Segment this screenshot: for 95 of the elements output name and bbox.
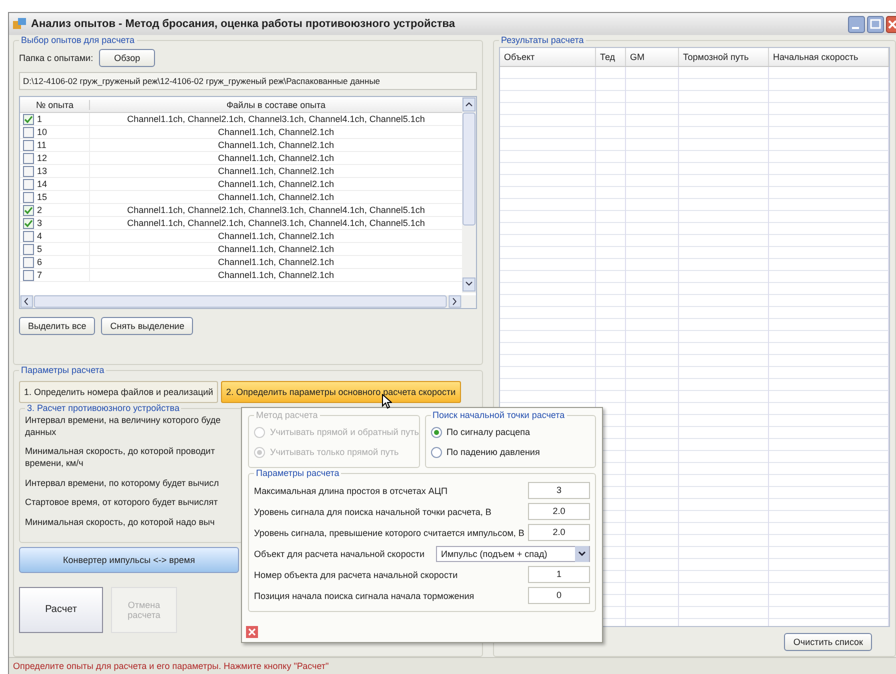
radio-button[interactable] <box>430 446 442 458</box>
row-checkbox[interactable] <box>23 218 34 228</box>
group-title: Поиск начальной точки расчета <box>432 410 566 420</box>
table-cell: Channel1.1ch, Channel2.1ch <box>218 231 334 241</box>
calculate-button[interactable]: Расчет <box>19 586 103 633</box>
column-header[interactable]: Тед <box>596 48 626 66</box>
minimize-button[interactable] <box>848 16 865 32</box>
input-field[interactable]: 0 <box>528 587 590 604</box>
parameter-label: Уровень сигнала, превышение которого считается импульсом, В <box>254 528 524 538</box>
row-checkbox[interactable] <box>23 114 34 124</box>
table-cell: 12 <box>37 153 48 163</box>
horizontal-scrollbar[interactable] <box>20 295 476 308</box>
parameter-label: Уровень сигнала для поиска начальной точки расчета, В <box>254 506 492 516</box>
clear-selection-button[interactable]: Снять выделение <box>101 317 194 335</box>
radio-button[interactable] <box>430 426 442 438</box>
column-header[interactable]: Файлы в составе опыта <box>90 100 462 110</box>
app-icon <box>13 18 27 30</box>
parameter-label: Интервал времени, на величину которого буде данных <box>25 415 222 438</box>
clear-list-button[interactable]: Очистить список <box>784 633 872 651</box>
status-text: Определите опыты для расчета и его параметры. Нажмите кнопку "Расчет" <box>9 657 896 674</box>
parameter-label: Позиция начала поиска сигнала начала торможения <box>254 590 474 600</box>
browse-button[interactable]: Обзор <box>99 49 156 67</box>
radio-label: По сигналу расцепа <box>446 427 530 437</box>
column-header[interactable]: № опыта <box>20 100 90 110</box>
parameter-label: Максимальная длина простоя в отсчетах АЦП <box>254 486 448 496</box>
select-all-button[interactable]: Выделить все <box>19 317 96 335</box>
parameter-label: Номер объекта для расчета начальной скорости <box>254 570 458 580</box>
input-field[interactable]: 1 <box>528 566 590 583</box>
table-cell: 7 <box>37 270 42 280</box>
path-field[interactable]: D:\12-4106-02 груж_груженый реж\12-4106-02 груж_груженый реж\Распакованные данные <box>19 72 477 90</box>
row-checkbox[interactable] <box>23 166 34 176</box>
table-cell: 5 <box>37 244 42 254</box>
table-cell: 13 <box>37 166 48 176</box>
radio-label: Учитывать прямой и обратный путь <box>270 427 419 437</box>
row-checkbox[interactable] <box>23 256 34 268</box>
vertical-scrollbar[interactable] <box>462 97 476 293</box>
row-checkbox[interactable] <box>23 126 34 138</box>
table-cell: Channel1.1ch, Channel2.1ch <box>218 127 334 137</box>
close-icon[interactable] <box>246 626 258 638</box>
table-cell: 4 <box>37 231 42 241</box>
table-cell: Channel1.1ch, Channel2.1ch <box>218 192 334 202</box>
dropdown[interactable]: Импульс (подъем + спад) <box>436 546 590 562</box>
row-checkbox[interactable] <box>23 270 34 280</box>
group-title: 3. Расчет противоюзного устройства <box>26 403 180 413</box>
row-checkbox[interactable] <box>23 192 34 202</box>
table-cell: 3 <box>37 218 42 228</box>
table-cell: Channel1.1ch, Channel2.1ch <box>218 244 334 254</box>
table-cell: Channel1.1ch, Channel2.1ch, Channel3.1ch, Channel4.1ch, Channel5.1ch <box>127 205 425 215</box>
table-cell: Channel1.1ch, Channel2.1ch <box>218 140 334 150</box>
window-title: Анализ опытов - Метод бросания, оценка работы противоюзного устройства <box>31 18 455 30</box>
table-cell: Channel1.1ch, Channel2.1ch <box>218 166 334 176</box>
table-cell: 6 <box>37 257 42 267</box>
column-header[interactable]: GM <box>626 48 679 66</box>
table-cell: 15 <box>37 192 48 202</box>
input-field[interactable]: 2.0 <box>528 524 590 541</box>
group-title: Параметры расчета <box>20 365 106 375</box>
parameter-label: Стартовое время, от которого будет вычислят <box>25 497 219 510</box>
row-checkbox[interactable] <box>23 152 34 164</box>
parameter-label: Объект для расчета начальной скорости <box>254 548 424 558</box>
column-header[interactable]: Объект <box>500 48 596 66</box>
group-title: Выбор опытов для расчета <box>20 35 136 45</box>
radio-label: Учитывать только прямой путь <box>270 447 399 457</box>
table-cell: 10 <box>37 127 48 137</box>
radio-label: По падению давления <box>446 447 540 457</box>
table-cell: Channel1.1ch, Channel2.1ch <box>218 153 334 163</box>
row-checkbox[interactable] <box>23 230 34 242</box>
group-title: Метод расчета <box>255 410 319 420</box>
table-cell: 14 <box>37 179 48 189</box>
table-cell: Channel1.1ch, Channel2.1ch <box>218 270 334 280</box>
row-checkbox[interactable] <box>23 178 34 190</box>
column-header[interactable]: Тормозной путь <box>679 48 769 66</box>
close-button[interactable] <box>886 16 896 32</box>
column-header[interactable]: Начальная скорость <box>769 48 889 66</box>
group-title: Параметры расчета <box>255 468 340 478</box>
row-checkbox[interactable] <box>23 140 34 150</box>
converter-button[interactable]: Конвертер импульсы <-> время <box>19 546 239 573</box>
tab[interactable]: 2. Определить параметры основного расчета скорости <box>221 381 461 403</box>
folder-label: Папка с опытами: <box>19 53 94 63</box>
table-cell: Channel1.1ch, Channel2.1ch, Channel3.1ch, Channel4.1ch, Channel5.1ch <box>127 114 425 124</box>
parameter-label: Интервал времени, по которому будет вычисл <box>25 478 220 490</box>
group-title: Результаты расчета <box>500 35 585 45</box>
maximize-button[interactable] <box>867 16 884 32</box>
table-cell: 11 <box>37 140 46 150</box>
parameter-label: Минимальная скорость, до которой надо выч <box>25 517 216 529</box>
row-checkbox[interactable] <box>23 244 34 254</box>
input-field[interactable]: 3 <box>528 482 590 499</box>
tab[interactable]: 1. Определить номера файлов и реализаций <box>19 381 218 403</box>
table-cell: Channel1.1ch, Channel2.1ch <box>218 179 334 189</box>
table-cell: Channel1.1ch, Channel2.1ch <box>218 257 334 267</box>
row-checkbox[interactable] <box>23 204 34 216</box>
parameter-label: Минимальная скорость, до которой проводит времени, км/ч <box>25 446 216 470</box>
table-cell: 2 <box>37 205 42 215</box>
input-field[interactable]: 2.0 <box>528 503 590 520</box>
table-cell: Channel1.1ch, Channel2.1ch, Channel3.1ch, Channel4.1ch, Channel5.1ch <box>127 218 425 228</box>
table-cell: 1 <box>37 114 42 124</box>
